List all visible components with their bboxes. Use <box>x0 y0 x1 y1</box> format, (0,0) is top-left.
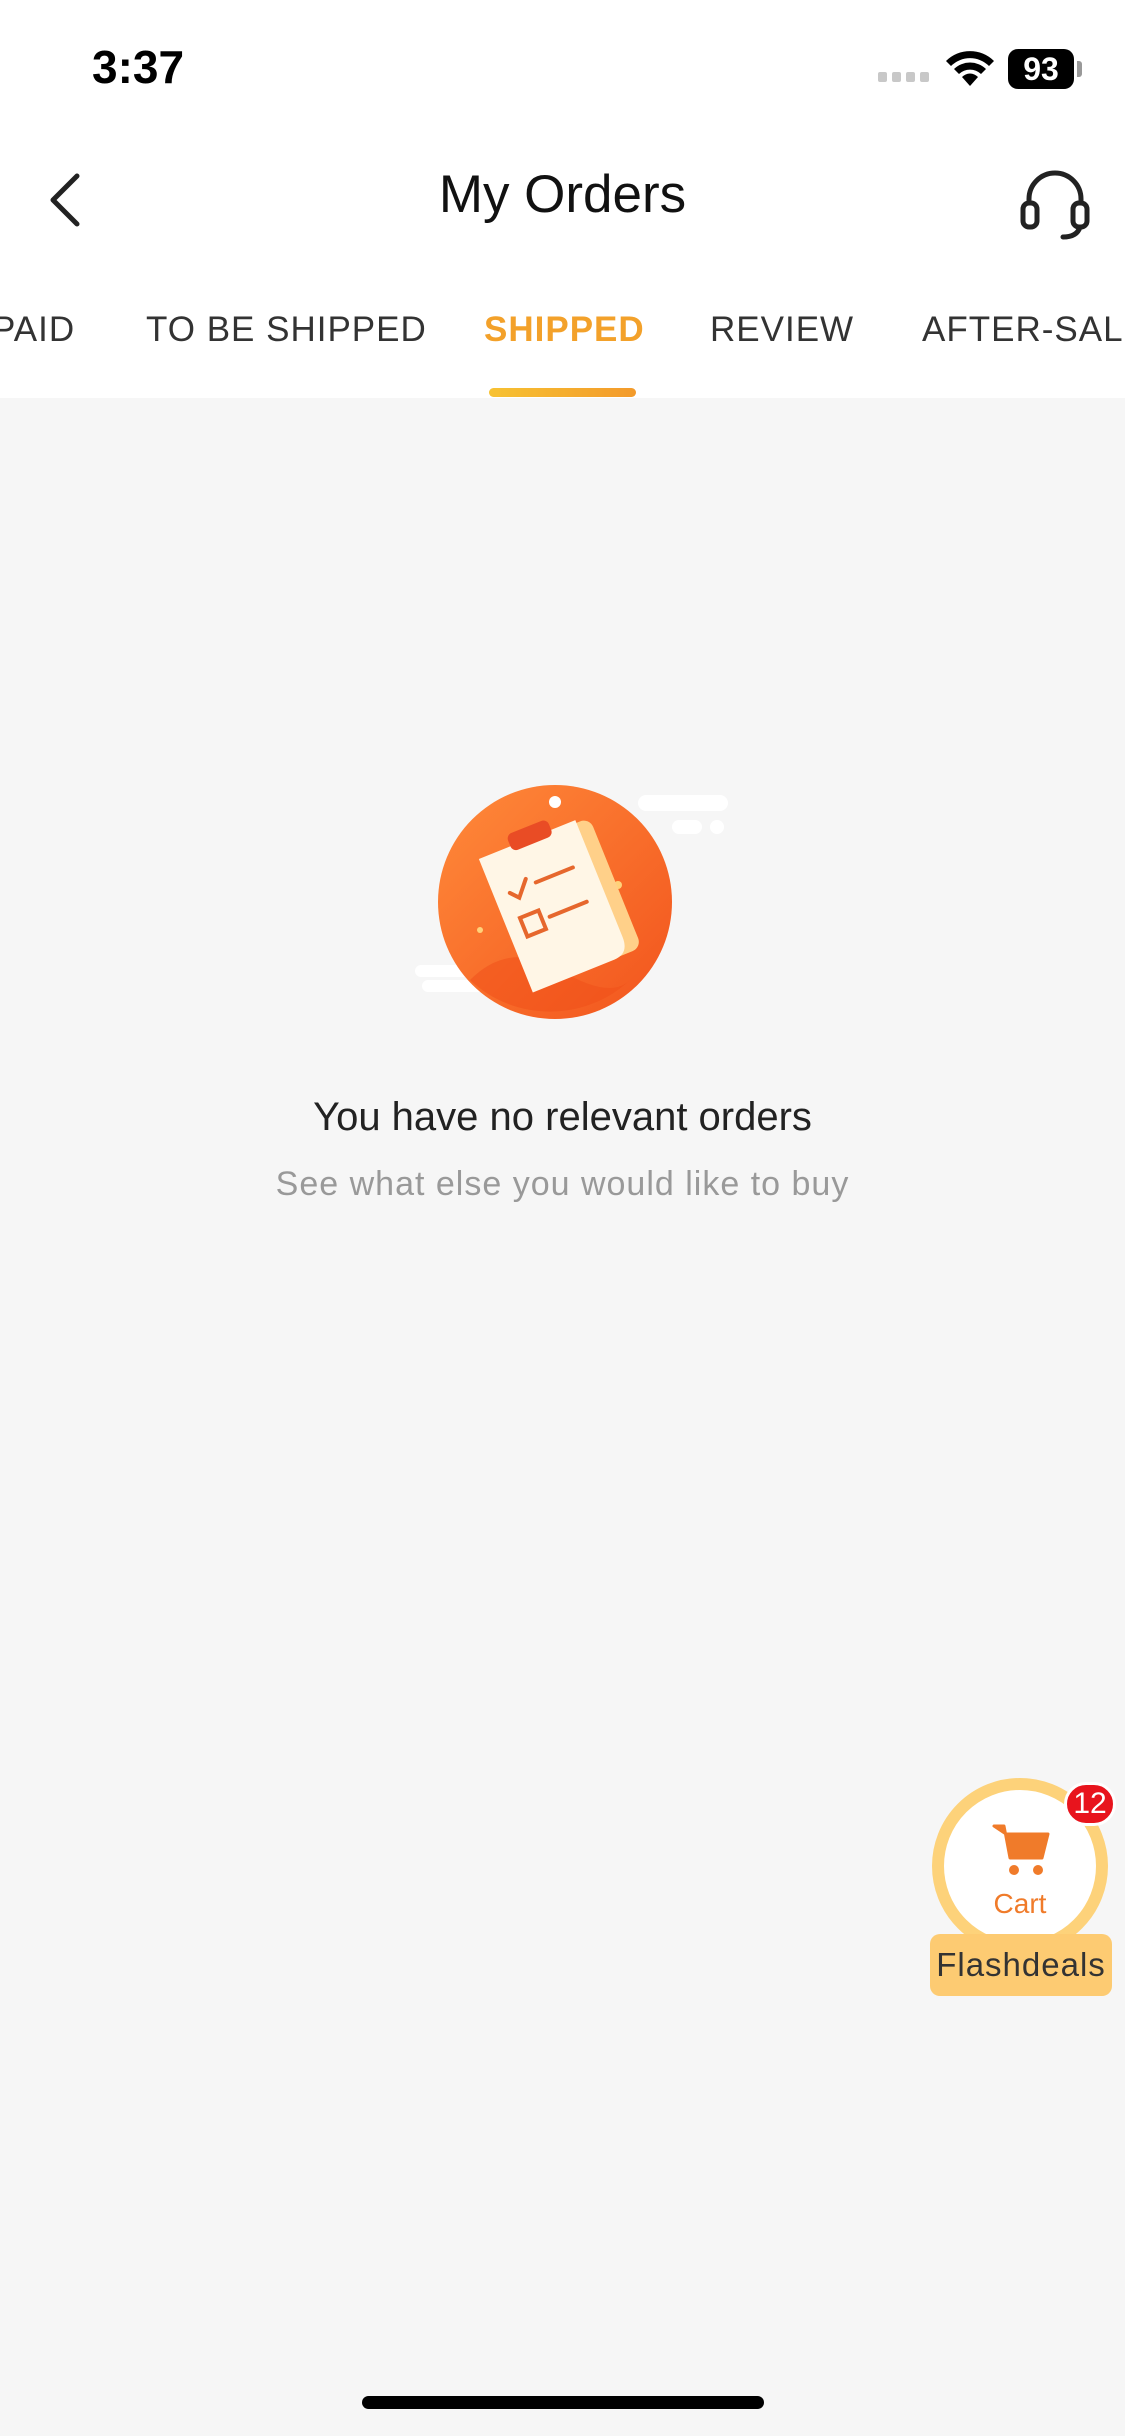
empty-state-subtitle: See what else you would like to buy <box>275 1165 850 1203</box>
nav-header: My Orders <box>0 140 1125 260</box>
status-time: 3:37 <box>92 41 185 93</box>
empty-state-title: You have no relevant orders <box>313 1095 812 1139</box>
tab-review[interactable]: REVIEW <box>710 310 854 350</box>
floating-cart-button[interactable]: Cart 12 Flashdeals <box>930 1778 1116 1998</box>
order-status-tabs: PAID TO BE SHIPPED SHIPPED REVIEW AFTER-… <box>0 260 1125 398</box>
page-title: My Orders <box>438 165 687 224</box>
tab-shipped[interactable]: SHIPPED <box>484 310 645 350</box>
flashdeals-label[interactable]: Flashdeals <box>930 1934 1112 1996</box>
battery-cap <box>1077 61 1082 77</box>
tab-to-be-shipped[interactable]: TO BE SHIPPED <box>146 310 427 350</box>
tab-after-sale[interactable]: AFTER-SALE <box>922 310 1125 350</box>
wifi-icon <box>946 51 994 86</box>
customer-service-button[interactable] <box>1010 158 1100 248</box>
shopping-cart-icon <box>992 1824 1050 1875</box>
battery-level: 93 <box>1008 49 1074 89</box>
cart-count-badge: 12 <box>1064 1782 1116 1826</box>
tab-paid[interactable]: PAID <box>0 310 75 350</box>
cellular-signal-icon <box>878 72 929 82</box>
home-indicator <box>362 2396 764 2409</box>
headset-icon <box>1020 170 1090 240</box>
cart-label: Cart <box>993 1888 1047 1919</box>
active-tab-indicator <box>489 388 636 397</box>
status-bar: 3:37 93 <box>0 0 1125 140</box>
empty-orders-clipboard-icon <box>415 785 728 1019</box>
